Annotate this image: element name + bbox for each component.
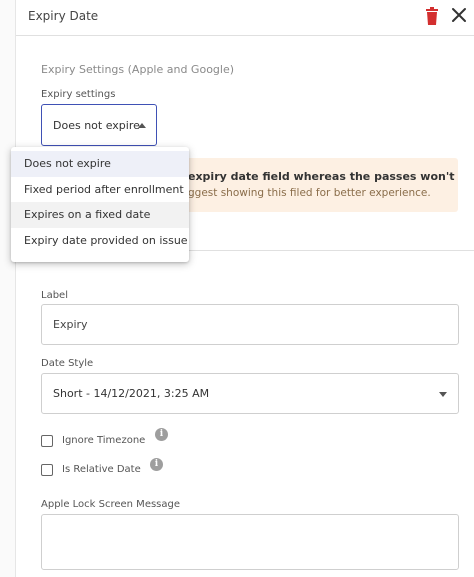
label-field-label: Label	[41, 290, 68, 301]
expiry-settings-label: Expiry settings	[41, 89, 116, 100]
option-does-not-expire[interactable]: Does not expire	[11, 151, 189, 177]
expiry-options-menu: Does not expire Fixed period after enrol…	[11, 147, 189, 262]
date-style-select[interactable]: Short - 14/12/2021, 3:25 AM	[41, 373, 459, 414]
panel-header: Expiry Date	[16, 0, 474, 36]
ignore-timezone-label: Ignore Timezone	[62, 435, 146, 446]
relative-date-checkbox[interactable]	[41, 464, 53, 476]
panel-title: Expiry Date	[28, 9, 99, 23]
expiry-settings-select[interactable]: Does not expire	[41, 104, 157, 146]
side-strip	[0, 0, 16, 577]
close-icon[interactable]	[450, 6, 468, 24]
info-icon[interactable]: i	[150, 458, 163, 471]
label-input-value: Expiry	[53, 318, 88, 331]
option-fixed-period[interactable]: Fixed period after enrollment	[11, 177, 189, 203]
caret-up-icon	[138, 123, 146, 128]
expiry-section-title: Expiry Settings (Apple and Google)	[41, 63, 235, 76]
option-provided-on-issue[interactable]: Expiry date provided on issue	[11, 228, 189, 254]
expiry-settings-value: Does not expire	[53, 119, 140, 132]
info-icon[interactable]: i	[155, 428, 168, 441]
date-style-label: Date Style	[41, 358, 94, 369]
trash-icon[interactable]	[425, 7, 439, 25]
warning-text: ggest showing this filed for better expe…	[188, 187, 431, 199]
warning-text-bold: expiry date field whereas the passes won…	[188, 170, 455, 183]
ignore-timezone-checkbox[interactable]	[41, 435, 53, 447]
relative-date-label: Is Relative Date	[62, 464, 141, 475]
lock-screen-label: Apple Lock Screen Message	[41, 499, 181, 510]
lock-screen-message-input[interactable]	[41, 514, 459, 570]
chevron-down-icon	[439, 392, 447, 397]
option-fixed-date[interactable]: Expires on a fixed date	[11, 202, 189, 228]
label-input[interactable]: Expiry	[41, 304, 459, 345]
date-style-value: Short - 14/12/2021, 3:25 AM	[53, 387, 210, 400]
